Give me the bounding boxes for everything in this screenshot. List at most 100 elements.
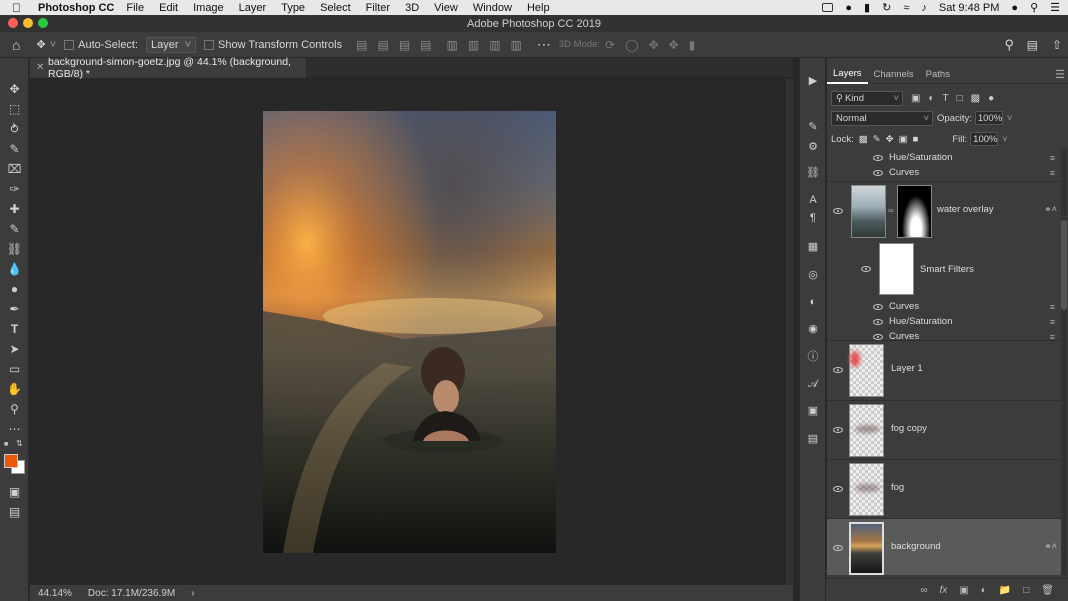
workspace-icon[interactable]: ▤ — [1027, 38, 1038, 52]
dodge-tool-icon[interactable]: ● — [6, 280, 23, 297]
menu-image[interactable]: Image — [193, 2, 224, 14]
canvas-area[interactable] — [30, 79, 786, 585]
auto-select-toggle[interactable]: Auto-Select: — [64, 39, 138, 51]
glyphs-icon[interactable]: 𝒜 — [805, 376, 821, 392]
opacity-chevron-icon[interactable]: ˅ — [1007, 113, 1013, 124]
info-icon[interactable]: ⓘ — [805, 348, 821, 364]
3d-pan-icon[interactable]: ✥ — [649, 38, 659, 52]
filter-settings-icon[interactable]: ≡ — [1050, 317, 1055, 327]
menu-3d[interactable]: 3D — [405, 2, 419, 14]
menu-layer[interactable]: Layer — [239, 2, 267, 14]
filter-type-icon[interactable]: T — [943, 93, 949, 104]
color-icon[interactable]: ◐ — [805, 294, 821, 310]
tab-channels[interactable]: Channels — [868, 66, 920, 84]
swatches-icon[interactable]: ◉ — [805, 320, 821, 336]
blend-mode-dropdown[interactable]: Normal ˅ — [831, 110, 933, 126]
align-center-icon[interactable]: ▤ — [377, 38, 388, 52]
battery-icon[interactable]: ▮ — [864, 1, 870, 14]
smart-filter-indicator-icon[interactable]: ⚭˄ — [1044, 204, 1057, 215]
tool-preset-chevron-icon[interactable]: ˅ — [50, 39, 56, 51]
layer-row-background[interactable]: background ⚭˄ — [827, 518, 1061, 575]
filter-toggle-icon[interactable]: ● — [988, 93, 994, 104]
visibility-eye-icon[interactable] — [873, 169, 883, 176]
menu-type[interactable]: Type — [281, 2, 305, 14]
filter-pixel-icon[interactable]: ▣ — [911, 93, 920, 104]
visibility-eye-icon[interactable] — [833, 367, 843, 373]
canvas-vertical-scrollbar[interactable] — [786, 79, 793, 585]
layer-row-fog[interactable]: fog — [827, 459, 1061, 518]
adjustment-row[interactable]: Curves ≡ — [827, 165, 1061, 180]
filter-shape-icon[interactable]: □ — [957, 93, 963, 104]
layers-scrollbar[interactable] — [1061, 150, 1067, 575]
visibility-eye-icon[interactable] — [833, 208, 843, 214]
filter-row[interactable]: Hue/Saturation ≡ — [827, 314, 1061, 329]
visibility-eye-icon[interactable] — [861, 266, 871, 272]
history-icon[interactable]: ↻ — [882, 1, 891, 14]
eyedropper-tool-icon[interactable]: ✑ — [6, 180, 23, 197]
smart-filter-mask-thumbnail[interactable] — [879, 243, 914, 295]
default-colors-icon[interactable]: ■ — [4, 441, 8, 448]
new-group-icon[interactable]: 📁 — [999, 585, 1011, 596]
quick-selection-tool-icon[interactable]: ✎ — [6, 140, 23, 157]
link-icon[interactable]: ∞ — [888, 206, 894, 215]
path-selection-tool-icon[interactable]: ➤ — [6, 340, 23, 357]
filter-kind-dropdown[interactable]: ⚲ Kind ˅ — [831, 90, 903, 106]
document-artwork[interactable] — [263, 111, 556, 553]
adjustments-icon[interactable]: ⚙ — [805, 138, 821, 154]
tab-layers[interactable]: Layers — [827, 65, 868, 84]
auto-select-checkbox[interactable] — [64, 39, 75, 50]
crop-tool-icon[interactable]: ⌧ — [6, 160, 23, 177]
delete-layer-icon[interactable]: 🗑 — [1041, 585, 1054, 596]
volume-icon[interactable]: ♪ — [921, 2, 927, 14]
lightbulb-icon[interactable]: ◎ — [805, 266, 821, 282]
hand-tool-icon[interactable]: ✋ — [6, 380, 23, 397]
align-left-icon[interactable]: ▤ — [356, 38, 367, 52]
spotlight-search-icon[interactable]: ⚲ — [1030, 1, 1038, 14]
menu-help[interactable]: Help — [527, 2, 550, 14]
clone-source-icon[interactable]: ⛓ — [805, 164, 821, 180]
status-menu-chevron-icon[interactable]: › — [191, 588, 194, 599]
move-tool-icon[interactable]: ✥ — [36, 38, 45, 51]
paragraph-icon[interactable]: ¶ — [805, 210, 821, 226]
more-options-icon[interactable]: ⋯ — [537, 36, 551, 53]
menu-view[interactable]: View — [434, 2, 458, 14]
auto-select-dropdown[interactable]: Layer ˅ — [146, 36, 197, 53]
filter-smart-object-icon[interactable]: ▩ — [971, 93, 980, 104]
menu-select[interactable]: Select — [320, 2, 351, 14]
zoom-window-button[interactable] — [38, 18, 48, 28]
minimize-window-button[interactable] — [23, 18, 33, 28]
3d-roll-icon[interactable]: ◯ — [625, 38, 638, 52]
layer-row-water-overlay[interactable]: ∞ water overlay ⚭˄ — [827, 181, 1061, 240]
visibility-eye-icon[interactable] — [873, 303, 883, 310]
edit-toolbar-icon[interactable]: ⋯ — [6, 420, 23, 437]
zoom-level[interactable]: 44.14% — [38, 588, 72, 599]
filter-settings-icon[interactable]: ≡ — [1050, 302, 1055, 312]
new-adjustment-layer-icon[interactable]: ◐ — [981, 585, 987, 596]
swap-colors-icon[interactable]: ⇅ — [16, 439, 23, 448]
menu-app-name[interactable]: Photoshop CC — [38, 2, 114, 14]
quick-mask-icon[interactable]: ▣ — [6, 483, 23, 500]
panel-menu-icon[interactable]: ☰ — [1055, 68, 1065, 81]
lock-image-icon[interactable]: ✎ — [873, 134, 881, 145]
align-bottom-icon[interactable]: ▥ — [489, 38, 500, 52]
brush-settings-icon[interactable]: ✎ — [805, 118, 821, 134]
character-icon[interactable]: A — [805, 192, 821, 208]
healing-brush-tool-icon[interactable]: ✚ — [6, 200, 23, 217]
share-icon[interactable]: ⇧ — [1052, 38, 1062, 52]
align-right-icon[interactable]: ▤ — [399, 38, 410, 52]
menu-window[interactable]: Window — [473, 2, 512, 14]
3d-scale-icon[interactable]: ▮ — [689, 38, 696, 52]
rectangle-tool-icon[interactable]: ▭ — [6, 360, 23, 377]
creative-cloud-icon[interactable]: ● — [845, 2, 852, 14]
smart-filter-indicator-icon[interactable]: ⚭˄ — [1044, 541, 1057, 552]
show-transform-toggle[interactable]: Show Transform Controls — [204, 39, 342, 51]
visibility-eye-icon[interactable] — [873, 333, 883, 340]
fill-chevron-icon[interactable]: ˅ — [1002, 134, 1008, 145]
play-action-icon[interactable]: ▶ — [805, 72, 821, 88]
distribute-vertical-icon[interactable]: ▥ — [511, 38, 522, 52]
foreground-color-swatch[interactable] — [4, 454, 18, 468]
adjustment-settings-icon[interactable]: ≡ — [1050, 153, 1055, 163]
visibility-eye-icon[interactable] — [833, 545, 843, 551]
visibility-eye-icon[interactable] — [833, 486, 843, 492]
doc-size[interactable]: Doc: 17.1M/236.9M — [88, 588, 175, 599]
